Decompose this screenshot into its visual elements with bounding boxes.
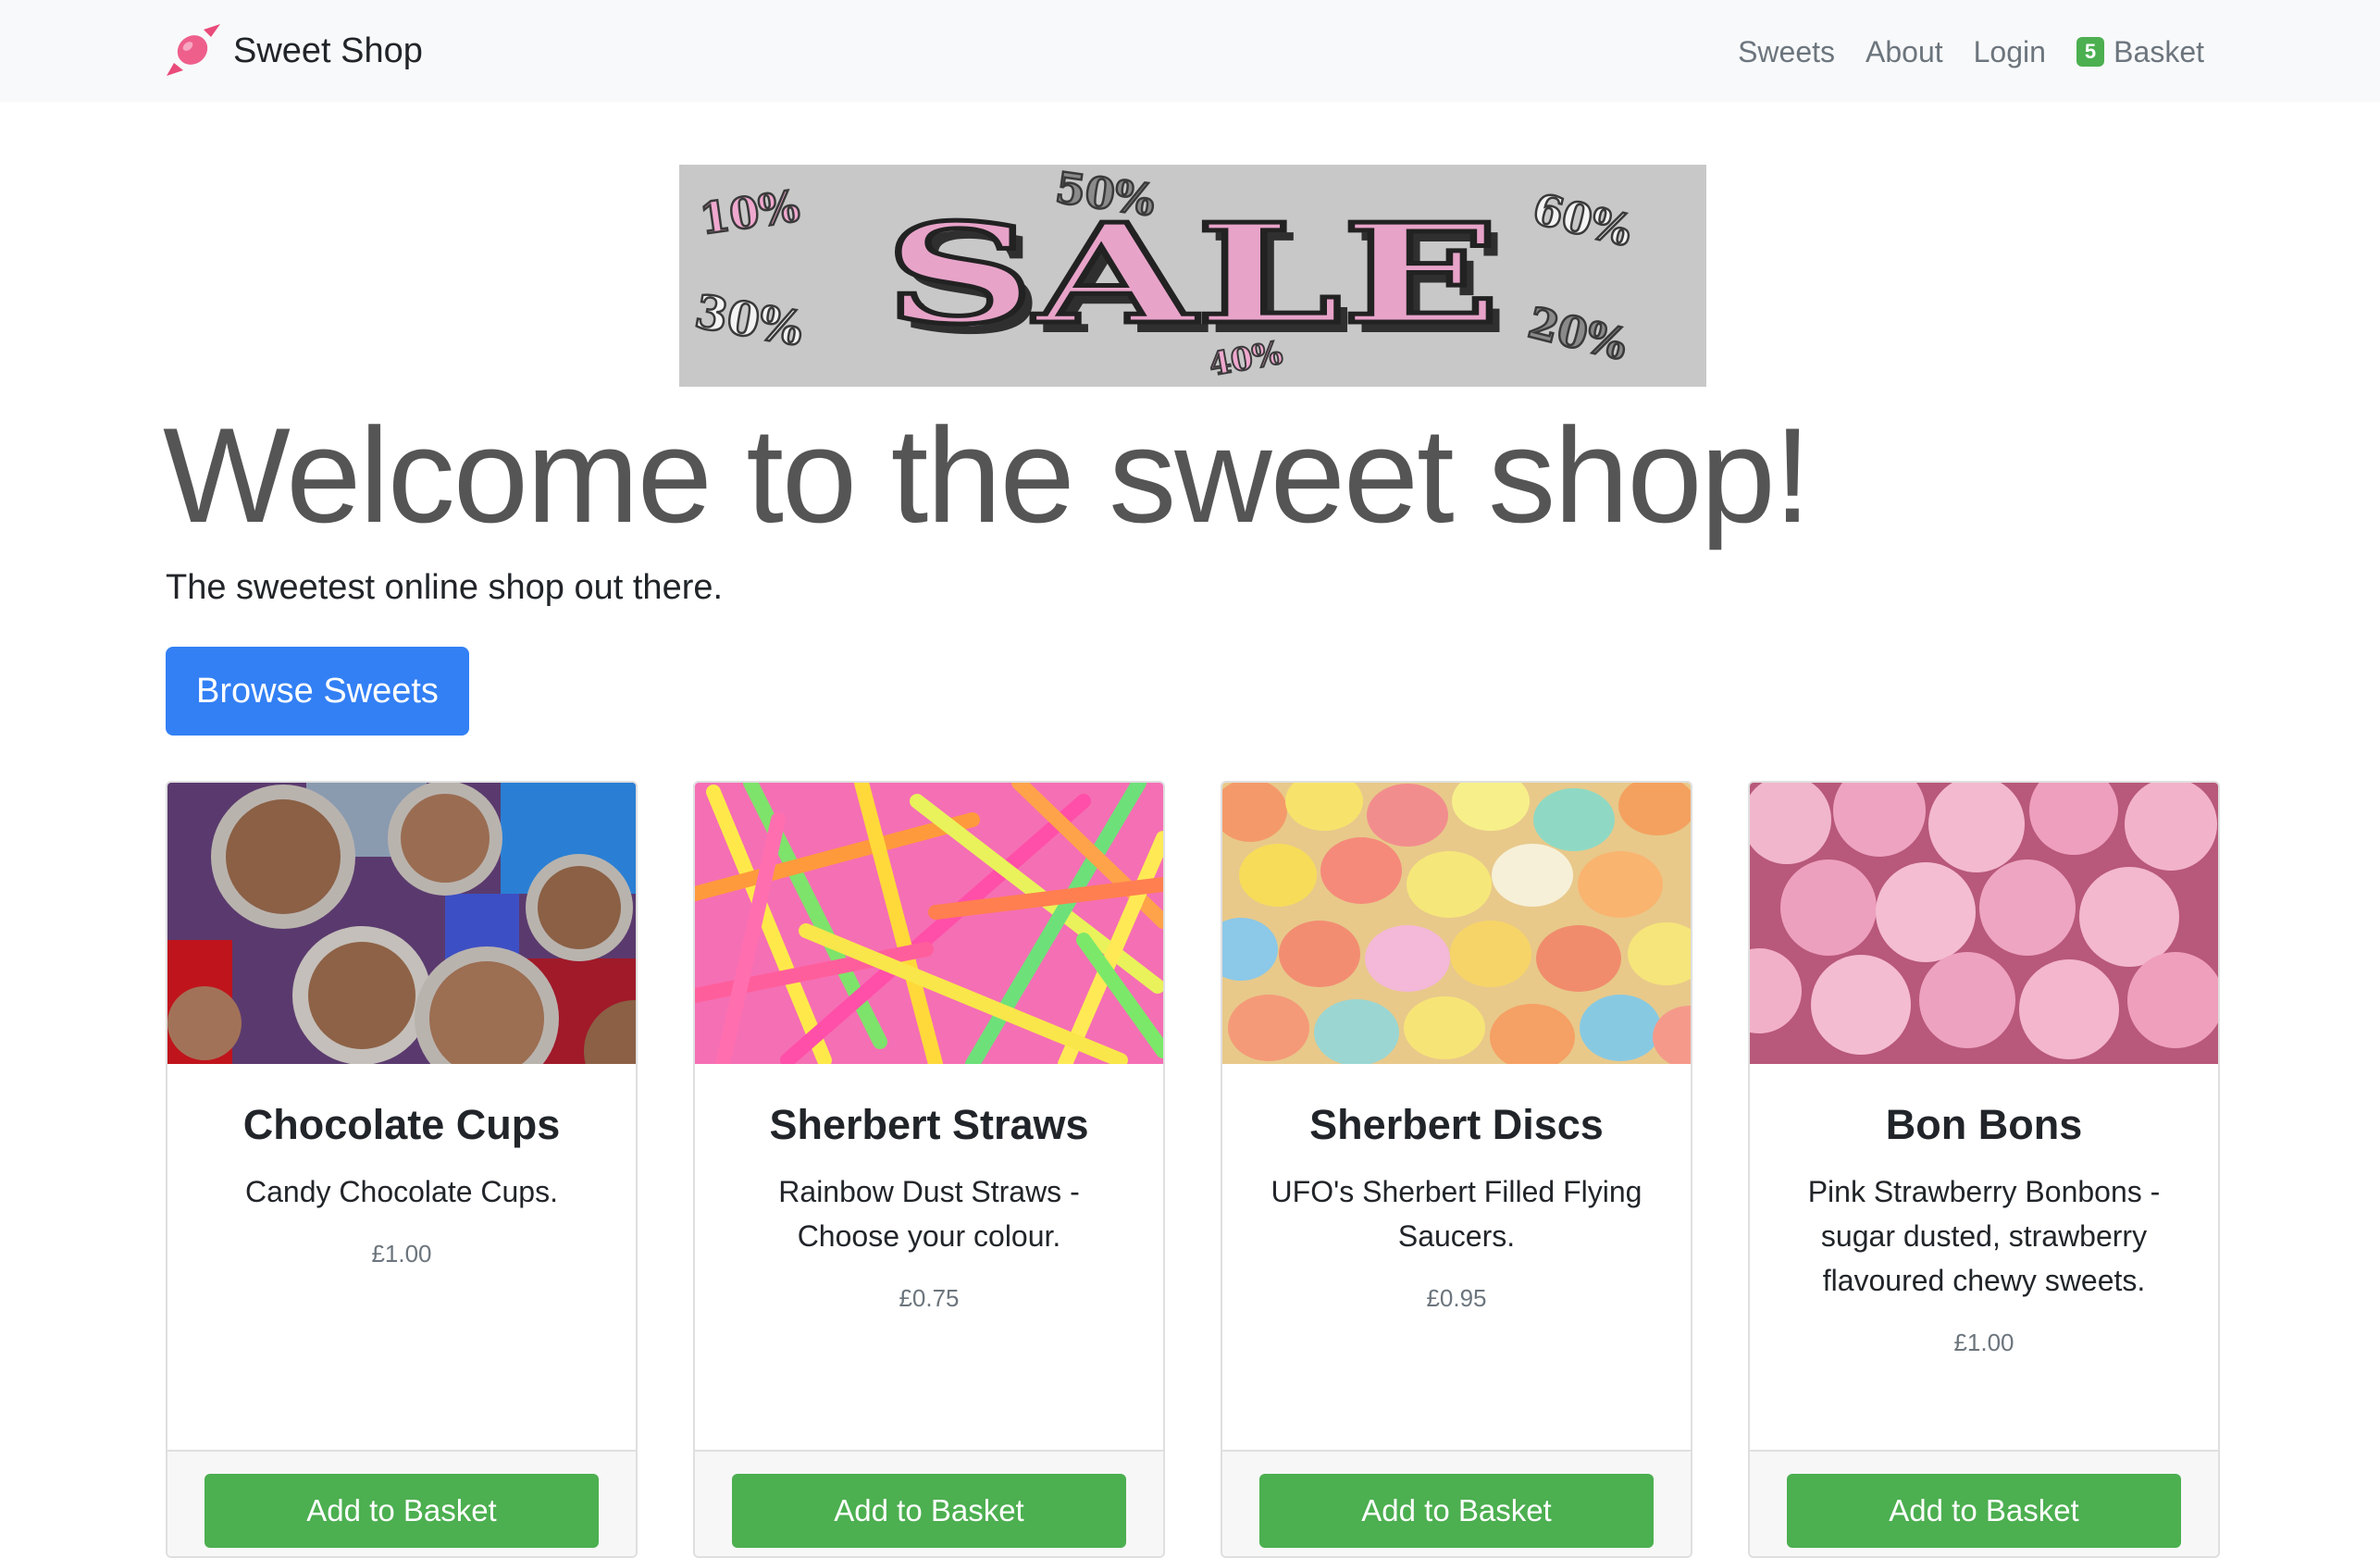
browse-sweets-button[interactable]: Browse Sweets (166, 647, 469, 736)
product-title: Chocolate Cups (242, 1101, 561, 1148)
nav-links: Sweets About Login 5 Basket (1707, 28, 2204, 76)
product-title: Sherbert Straws (769, 1101, 1089, 1148)
chocolate-cups-image (167, 783, 636, 1064)
product-description: UFO's Sherbert Filled Flying Saucers. (1271, 1175, 1642, 1253)
add-to-basket-button[interactable]: Add to Basket (1259, 1474, 1654, 1548)
card-body: Chocolate Cups Candy Chocolate Cups. £1.… (167, 1064, 636, 1268)
product-price: £1.00 (1953, 1329, 2014, 1356)
nav-sweets-link[interactable]: Sweets (1738, 35, 1835, 69)
nav-basket-link[interactable]: 5 Basket (2076, 35, 2204, 69)
product-title: Bon Bons (1885, 1101, 2083, 1148)
sherbert-discs-image (1222, 783, 1691, 1064)
sale-banner-graphic: 10% 50% 60% 30% 40% 20% SALE SALE (679, 165, 1706, 387)
card-body: Bon Bons Pink Strawberry Bonbons - sugar… (1750, 1064, 2218, 1357)
product-price: £0.95 (1426, 1284, 1487, 1312)
card-body: Sherbert Straws Rainbow Dust Straws - Ch… (695, 1064, 1163, 1313)
basket-count-badge: 5 (2076, 37, 2105, 67)
page-subtitle: The sweetest online shop out there. (166, 568, 724, 607)
card-footer: Add to Basket (695, 1450, 1163, 1556)
card-footer: Add to Basket (167, 1450, 636, 1556)
product-description: Rainbow Dust Straws - Choose your colour… (778, 1175, 1080, 1253)
product-card-sherbert-discs: Sherbert Discs UFO's Sherbert Filled Fly… (1221, 781, 1692, 1558)
product-description: Candy Chocolate Cups. (245, 1175, 558, 1208)
product-card-bon-bons: Bon Bons Pink Strawberry Bonbons - sugar… (1748, 781, 2220, 1558)
card-footer: Add to Basket (1222, 1450, 1691, 1556)
navbar: Sweet Shop Sweets About Login 5 Basket (0, 0, 2380, 102)
product-price: £1.00 (371, 1240, 432, 1267)
bon-bons-image (1750, 783, 2218, 1064)
basket-label: Basket (2113, 34, 2204, 68)
product-card-sherbert-straws: Sherbert Straws Rainbow Dust Straws - Ch… (693, 781, 1165, 1558)
sale-banner: 10% 50% 60% 30% 40% 20% SALE SALE (679, 165, 1706, 387)
product-title: Sherbert Discs (1309, 1101, 1604, 1148)
add-to-basket-button[interactable]: Add to Basket (732, 1474, 1126, 1548)
nav-about-link[interactable]: About (1866, 35, 1943, 69)
page-title: Welcome to the sweet shop! (163, 400, 1811, 550)
add-to-basket-button[interactable]: Add to Basket (205, 1474, 599, 1548)
add-to-basket-button[interactable]: Add to Basket (1787, 1474, 2181, 1548)
brand-name: Sweet Shop (233, 31, 423, 70)
card-body: Sherbert Discs UFO's Sherbert Filled Fly… (1222, 1064, 1691, 1313)
card-footer: Add to Basket (1750, 1450, 2218, 1556)
product-price: £0.75 (899, 1284, 960, 1312)
product-card-chocolate-cups: Chocolate Cups Candy Chocolate Cups. £1.… (166, 781, 638, 1558)
sherbert-straws-image (695, 783, 1163, 1064)
candy-logo-icon (167, 24, 220, 76)
banner-sale-text: SALE (885, 193, 1500, 354)
product-description: Pink Strawberry Bonbons - sugar dusted, … (1807, 1175, 2161, 1297)
product-cards: Chocolate Cups Candy Chocolate Cups. £1.… (166, 781, 2220, 1558)
brand-link[interactable]: Sweet Shop (165, 20, 423, 81)
nav-login-link[interactable]: Login (1974, 35, 2046, 69)
